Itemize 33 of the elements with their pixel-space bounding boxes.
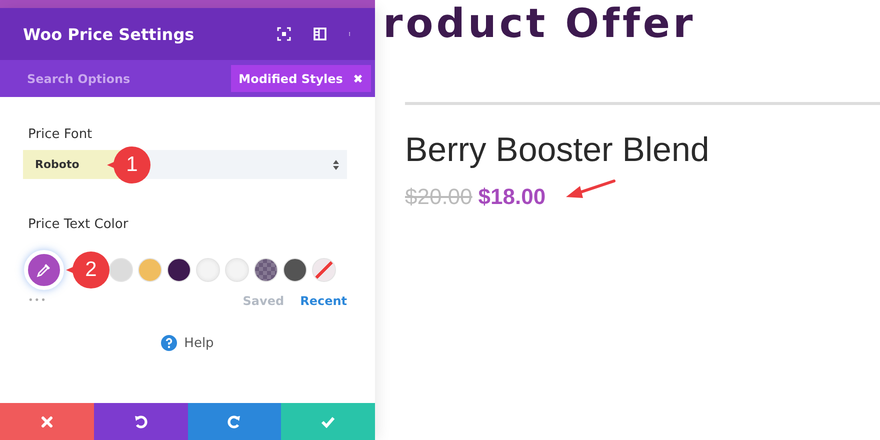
cancel-button[interactable] (0, 403, 94, 440)
color-swatch[interactable] (167, 258, 191, 282)
color-swatch[interactable] (225, 258, 249, 282)
help-link[interactable]: Help (155, 334, 220, 352)
field-label: Price Text Color (28, 217, 130, 232)
search-bar[interactable]: Search Options Modified Styles ✖ (0, 60, 375, 97)
old-price: $20.00 (405, 184, 472, 210)
redo-icon (227, 414, 242, 428)
field-label: Price Font (28, 127, 94, 142)
product-name: Berry Booster Blend (405, 131, 710, 170)
no-color-swatch[interactable] (312, 258, 336, 282)
page-heading: roduct Offer (383, 0, 697, 48)
undo-button[interactable] (94, 403, 188, 440)
help-icon (161, 335, 178, 351)
arrow-icon (564, 179, 616, 201)
search-field[interactable]: Search Options (0, 60, 231, 97)
redo-button[interactable] (188, 403, 282, 440)
focus-icon[interactable] (277, 27, 291, 41)
color-swatch[interactable] (109, 258, 133, 282)
color-swatch[interactable] (138, 258, 162, 282)
color-swatch[interactable] (283, 258, 307, 282)
eyedropper-icon (36, 262, 52, 278)
panel-title: Woo Price Settings (23, 24, 196, 44)
sidebar-icon[interactable] (313, 27, 327, 41)
check-icon (321, 416, 336, 428)
color-swatch[interactable] (254, 258, 278, 282)
sale-price: $18.00 (478, 184, 546, 210)
sort-icon (333, 160, 339, 170)
color-swatch[interactable] (196, 258, 220, 282)
undo-icon (134, 414, 148, 428)
filter-button[interactable]: Modified Styles ✖ (230, 65, 371, 92)
close-icon (40, 416, 53, 428)
palette-tab[interactable]: Recent (284, 294, 347, 308)
